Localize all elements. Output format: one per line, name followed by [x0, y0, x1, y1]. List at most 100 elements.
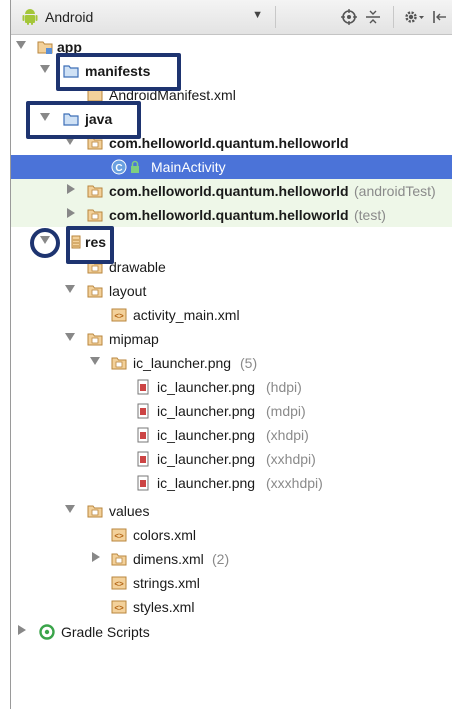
- tree-node-hint: (mdpi): [266, 403, 306, 419]
- tree-node-hint: (test): [354, 207, 386, 223]
- toolbar-divider: [275, 6, 276, 28]
- expand-arrow-icon[interactable]: [40, 65, 50, 73]
- expand-arrow-icon[interactable]: [65, 333, 75, 341]
- tree-node-label: ic_launcher.png: [157, 379, 256, 395]
- xml-file-icon: <>: [111, 600, 127, 614]
- expand-arrow-icon[interactable]: [92, 552, 100, 562]
- scroll-from-source-button[interactable]: [339, 7, 359, 27]
- image-file-icon: [137, 427, 149, 443]
- expand-arrow-icon[interactable]: [65, 285, 75, 293]
- package-icon: [87, 285, 103, 298]
- tree-node-ic-launcher-xxxhdpi[interactable]: ic_launcher.png (xxxhdpi): [11, 471, 452, 495]
- svg-text:<>: <>: [114, 532, 124, 541]
- hide-panel-icon: [433, 11, 446, 23]
- tree-node-label: ic_launcher.png: [157, 451, 256, 467]
- tree-node-package-android-test[interactable]: com.helloworld.quantum.helloworld (andro…: [11, 179, 452, 203]
- tree-node-styles[interactable]: <> styles.xml: [11, 595, 452, 619]
- view-mode-dropdown[interactable]: Android ▼: [17, 5, 269, 29]
- highlight-box-java: [26, 101, 141, 139]
- collapse-all-icon: [366, 10, 380, 24]
- highlight-box-manifests: [56, 53, 181, 91]
- tree-node-label: values: [109, 503, 150, 519]
- tree-node-hint: (xxxhdpi): [266, 475, 323, 491]
- image-file-icon: [137, 475, 149, 491]
- package-icon: [87, 185, 103, 198]
- package-icon: [87, 505, 103, 518]
- tree-node-label: MainActivity: [151, 159, 226, 175]
- tree-node-layout[interactable]: layout: [11, 279, 452, 303]
- expand-arrow-icon[interactable]: [90, 357, 100, 365]
- tree-node-activity-main[interactable]: <> activity_main.xml: [11, 303, 452, 327]
- tree-node-label: ic_launcher.png: [157, 427, 256, 443]
- tree-node-package-test[interactable]: com.helloworld.quantum.helloworld (test): [11, 203, 452, 227]
- tree-node-label: Gradle Scripts: [61, 624, 150, 640]
- expand-arrow-icon[interactable]: [65, 505, 75, 513]
- gear-icon: [405, 11, 424, 23]
- tree-node-label: com.helloworld.quantum.helloworld: [109, 183, 349, 199]
- tree-node-ic-launcher-hdpi[interactable]: ic_launcher.png (hdpi): [11, 375, 452, 399]
- tree-node-label: com.helloworld.quantum.helloworld: [109, 135, 349, 151]
- tree-node-hint: (xhdpi): [266, 427, 309, 443]
- tree-node-label: ic_launcher.png: [133, 355, 232, 371]
- package-icon: [111, 553, 127, 566]
- image-file-icon: [137, 403, 149, 419]
- expand-arrow-icon[interactable]: [18, 625, 26, 635]
- tree-node-label: mipmap: [109, 331, 159, 347]
- hide-panel-button[interactable]: [431, 7, 449, 27]
- settings-button[interactable]: [401, 7, 427, 27]
- tree-node-label: strings.xml: [133, 575, 200, 591]
- image-file-icon: [137, 379, 149, 395]
- view-mode-label: Android: [45, 9, 94, 25]
- highlight-box-res: [66, 226, 114, 264]
- tree-node-colors[interactable]: <> colors.xml: [11, 523, 452, 547]
- project-tool-window: Android ▼ app manifests AndroidManifest.…: [10, 0, 452, 709]
- android-icon: [22, 9, 38, 25]
- highlight-circle-res-arrow: [30, 228, 60, 258]
- tree-node-label: dimens.xml: [133, 551, 204, 567]
- tree-node-hint: (androidTest): [354, 183, 436, 199]
- xml-file-icon: <>: [111, 308, 127, 322]
- tree-node-main-activity[interactable]: C MainActivity: [11, 155, 452, 179]
- tree-node-label: layout: [109, 283, 147, 299]
- tree-node-label: styles.xml: [133, 599, 195, 615]
- tree-node-hint: (2): [212, 551, 230, 567]
- xml-file-icon: <>: [111, 576, 127, 590]
- tree-node-label: activity_main.xml: [133, 307, 240, 323]
- tree-node-label: com.helloworld.quantum.helloworld: [109, 207, 349, 223]
- tree-node-ic-launcher-group[interactable]: ic_launcher.png (5): [11, 351, 452, 375]
- target-icon: [341, 9, 357, 25]
- tree-node-ic-launcher-xxhdpi[interactable]: ic_launcher.png (xxhdpi): [11, 447, 452, 471]
- tree-node-values[interactable]: values: [11, 499, 452, 523]
- gradle-icon: [39, 624, 55, 640]
- tree-node-hint: (hdpi): [266, 379, 302, 395]
- svg-text:<>: <>: [114, 604, 124, 613]
- chevron-down-icon: ▼: [252, 9, 263, 21]
- xml-file-icon: <>: [111, 528, 127, 542]
- tree-node-label: drawable: [109, 259, 166, 275]
- tree-node-ic-launcher-xhdpi[interactable]: ic_launcher.png (xhdpi): [11, 423, 452, 447]
- class-icon: C: [111, 159, 127, 175]
- tree-node-hint: (5): [240, 355, 258, 371]
- tree-node-dimens[interactable]: dimens.xml (2): [11, 547, 452, 571]
- expand-arrow-icon[interactable]: [67, 208, 75, 218]
- package-icon: [111, 357, 127, 370]
- lock-icon: [131, 160, 139, 173]
- tree-node-label: ic_launcher.png: [157, 403, 256, 419]
- collapse-all-button[interactable]: [363, 7, 383, 27]
- image-file-icon: [137, 451, 149, 467]
- expand-arrow-icon[interactable]: [16, 41, 26, 49]
- expand-arrow-icon[interactable]: [67, 184, 75, 194]
- svg-text:<>: <>: [114, 580, 124, 589]
- tree-node-label: colors.xml: [133, 527, 197, 543]
- tree-node-hint: (xxhdpi): [266, 451, 316, 467]
- package-icon: [87, 333, 103, 346]
- tree-node-strings[interactable]: <> strings.xml: [11, 571, 452, 595]
- package-icon: [87, 209, 103, 222]
- module-folder-icon: [37, 41, 53, 54]
- tree-node-gradle-scripts[interactable]: Gradle Scripts: [11, 620, 452, 644]
- tree-node-label: ic_launcher.png: [157, 475, 256, 491]
- svg-text:<>: <>: [114, 312, 124, 321]
- toolbar-divider: [393, 6, 394, 28]
- tree-node-ic-launcher-mdpi[interactable]: ic_launcher.png (mdpi): [11, 399, 452, 423]
- tree-node-mipmap[interactable]: mipmap: [11, 327, 452, 351]
